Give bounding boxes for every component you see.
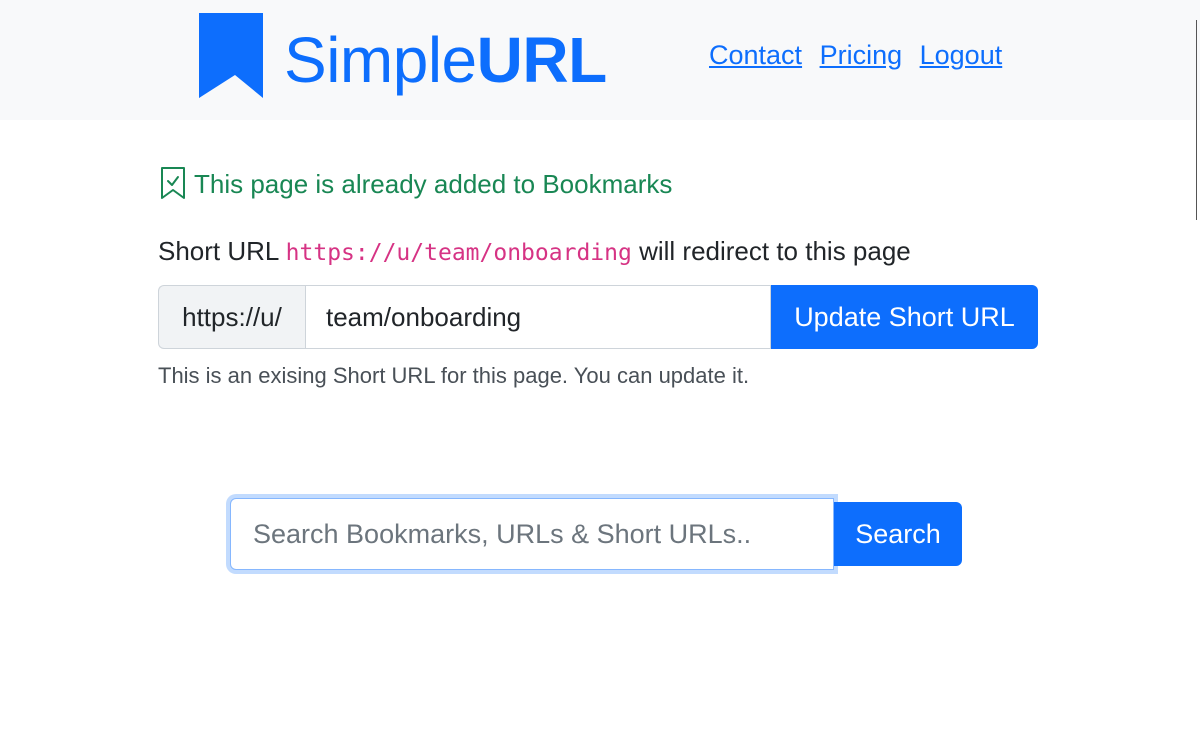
short-url-prefix: https://u/: [158, 285, 305, 349]
short-url-suffix: will redirect to this page: [639, 236, 911, 266]
short-url-label: Short URL: [158, 236, 279, 266]
top-nav: Contact Pricing Logout: [709, 38, 1012, 72]
short-url-input[interactable]: [305, 285, 771, 349]
update-short-url-button[interactable]: Update Short URL: [771, 285, 1038, 349]
logo-text-bold: URL: [476, 24, 608, 96]
logo-text-regular: Simple: [284, 24, 477, 96]
short-url-description: Short URL https://u/team/onboarding will…: [158, 233, 911, 271]
bookmark-logo-icon: [199, 13, 263, 98]
nav-link-logout[interactable]: Logout: [920, 40, 1003, 70]
short-url-input-group: https://u/ Update Short URL: [158, 285, 1039, 349]
bookmark-status-alert: This page is already added to Bookmarks: [160, 166, 672, 202]
short-url-help-text: This is an exising Short URL for this pa…: [158, 363, 750, 388]
alert-text: This page is already added to Bookmarks: [194, 169, 673, 199]
header-bar: SimpleURL Contact Pricing Logout: [0, 0, 1200, 120]
nav-link-pricing[interactable]: Pricing: [820, 40, 903, 70]
nav-link-contact[interactable]: Contact: [709, 40, 802, 70]
search-group: Search: [230, 498, 962, 570]
logo-text[interactable]: SimpleURL: [284, 22, 607, 98]
bookmark-check-icon: [161, 167, 185, 199]
search-button[interactable]: Search: [834, 502, 962, 566]
window-edge-divider: [1196, 20, 1197, 220]
search-input[interactable]: [230, 498, 834, 570]
short-url-code: https://u/team/onboarding: [285, 240, 632, 266]
